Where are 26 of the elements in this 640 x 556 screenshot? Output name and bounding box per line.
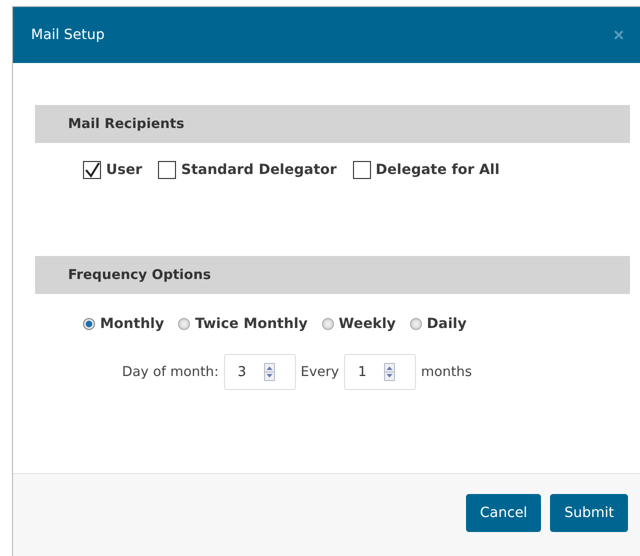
radio-label[interactable]: Monthly xyxy=(100,316,164,332)
checkbox[interactable] xyxy=(83,161,101,179)
spinner-arrows-icon[interactable] xyxy=(264,363,275,381)
radio-label[interactable]: Weekly xyxy=(338,316,396,332)
radio-label[interactable]: Daily xyxy=(426,316,467,332)
footer-button[interactable]: Submit xyxy=(550,494,628,532)
checkbox[interactable] xyxy=(158,161,176,179)
radio-button[interactable] xyxy=(322,318,334,330)
checkbox-label[interactable]: Delegate for All xyxy=(376,162,500,178)
day-of-month-field[interactable]: 3 xyxy=(224,354,296,390)
radio-button[interactable] xyxy=(410,318,422,330)
interval-field[interactable]: 1 xyxy=(344,354,416,390)
footer-button[interactable]: Cancel xyxy=(466,494,542,532)
checkbox-label[interactable]: Standard Delegator xyxy=(181,162,337,178)
checkbox-label[interactable]: User xyxy=(106,162,142,178)
radio-button[interactable] xyxy=(178,318,190,330)
checkbox[interactable] xyxy=(352,161,371,179)
every-label: Every xyxy=(300,364,339,380)
radio-button[interactable] xyxy=(83,318,95,330)
section-header: Mail Recipients xyxy=(35,105,630,143)
radio-label[interactable]: Twice Monthly xyxy=(195,316,308,332)
day-of-month-label: Day of month: xyxy=(122,364,219,380)
months-label: months xyxy=(421,364,472,380)
dialog-title: Mail Setup xyxy=(31,27,105,43)
spinner-arrows-icon[interactable] xyxy=(384,363,395,381)
section-header: Frequency Options xyxy=(35,256,630,294)
